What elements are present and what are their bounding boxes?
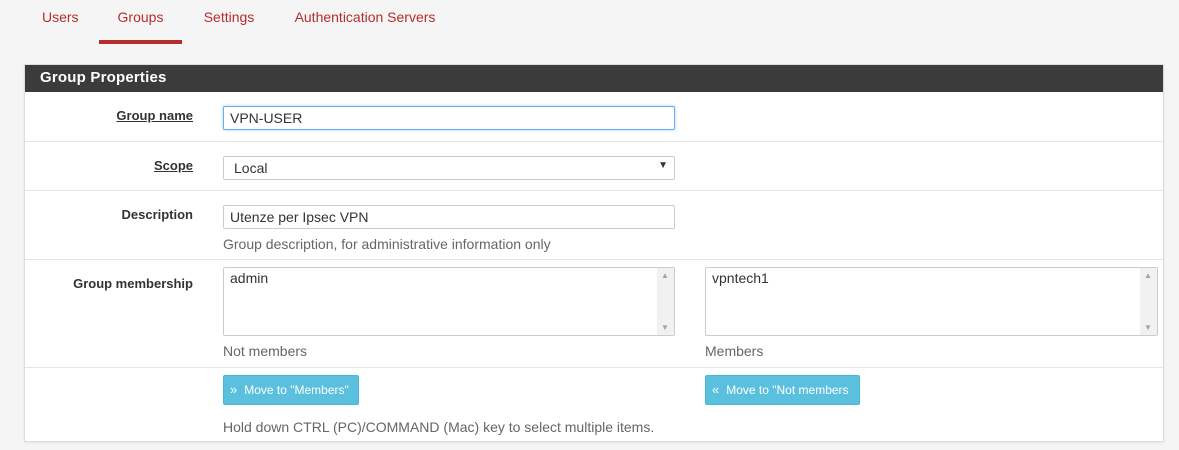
description-help-text: Group description, for administrative in… xyxy=(223,236,551,252)
scope-label: Scope xyxy=(153,158,193,173)
not-members-listbox[interactable]: admin ▲ ▼ xyxy=(223,267,675,336)
scope-row: Scope Local ▼ xyxy=(25,141,1163,190)
tab-settings[interactable]: Settings xyxy=(203,9,255,43)
scroll-up-icon[interactable]: ▲ xyxy=(661,271,669,280)
double-chevron-right-icon: » xyxy=(230,382,238,397)
move-to-not-members-label: Move to "Not members xyxy=(726,383,849,397)
move-to-not-members-button[interactable]: « Move to "Not members xyxy=(705,375,860,405)
move-to-members-label: Move to "Members" xyxy=(244,383,349,397)
group-name-input[interactable]: VPN-USER xyxy=(223,106,675,130)
multi-select-hint: Hold down CTRL (PC)/COMMAND (Mac) key to… xyxy=(223,419,655,435)
description-input[interactable]: Utenze per Ipsec VPN xyxy=(223,205,675,229)
members-listbox[interactable]: vpntech1 ▲ ▼ xyxy=(705,267,1158,336)
scroll-down-icon[interactable]: ▼ xyxy=(661,323,669,332)
group-membership-label: Group membership xyxy=(73,276,193,291)
description-label: Description xyxy=(121,207,193,222)
scrollbar[interactable]: ▲ ▼ xyxy=(657,268,674,335)
move-to-members-button[interactable]: » Move to "Members" xyxy=(223,375,359,405)
members-caption: Members xyxy=(705,343,764,359)
panel-title: Group Properties xyxy=(25,65,1163,92)
group-name-row: Group name VPN-USER xyxy=(25,92,1163,141)
scroll-up-icon[interactable]: ▲ xyxy=(1144,271,1152,280)
tab-bar: Users Groups Settings Authentication Ser… xyxy=(0,0,1179,44)
description-row: Description Utenze per Ipsec VPN Group d… xyxy=(25,190,1163,259)
scrollbar[interactable]: ▲ ▼ xyxy=(1140,268,1157,335)
not-members-caption: Not members xyxy=(223,343,308,359)
tab-groups[interactable]: Groups xyxy=(99,9,182,44)
scope-select[interactable]: Local ▼ xyxy=(223,156,675,180)
group-properties-panel: Group Properties Group name VPN-USER Sco… xyxy=(24,64,1164,442)
scroll-down-icon[interactable]: ▼ xyxy=(1144,323,1152,332)
double-chevron-left-icon: « xyxy=(712,382,720,397)
group-membership-row: Group membership admin ▲ ▼ Not members v… xyxy=(25,259,1163,367)
move-buttons-row: » Move to "Members" « Move to "Not members… xyxy=(25,367,1163,442)
group-name-label: Group name xyxy=(116,108,193,123)
list-item[interactable]: admin xyxy=(230,270,268,286)
tab-users[interactable]: Users xyxy=(42,9,79,43)
scope-value: Local xyxy=(234,160,268,176)
caret-down-icon: ▼ xyxy=(658,160,668,171)
list-item[interactable]: vpntech1 xyxy=(712,270,769,286)
tab-authentication-servers[interactable]: Authentication Servers xyxy=(294,9,436,43)
